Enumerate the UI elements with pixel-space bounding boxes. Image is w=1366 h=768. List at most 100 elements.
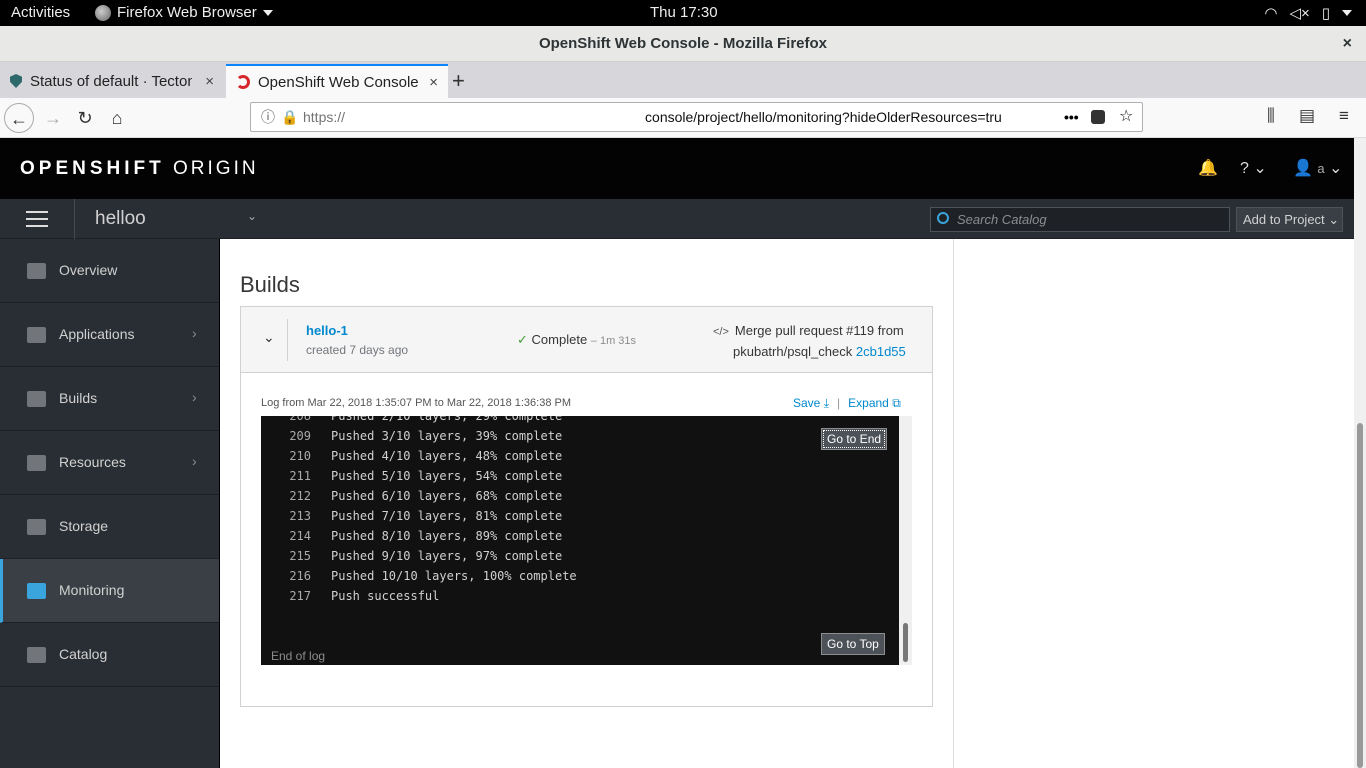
- url-bar[interactable]: ⓘ 🔒 https://console/project/hello/monito…: [250, 102, 1143, 132]
- back-arrow-icon[interactable]: ←: [4, 103, 34, 133]
- log-line-number: 217: [289, 589, 311, 603]
- home-icon[interactable]: ⌂: [102, 103, 132, 133]
- help-icon[interactable]: ? ⌄: [1240, 158, 1267, 178]
- log-viewer[interactable]: 208 Pushed 2/10 layers, 29% complete 209 Pu…: [261, 416, 912, 665]
- pocket-icon[interactable]: [1091, 110, 1105, 124]
- scrollbar-thumb[interactable]: [903, 623, 908, 662]
- browser-navbar: ← → ↻ ⌂ ⓘ 🔒 https://console/project/hell…: [0, 98, 1366, 138]
- project-selector[interactable]: helloo: [95, 208, 146, 230]
- search-catalog-input[interactable]: Search Catalog: [930, 207, 1230, 232]
- log-line-text: Pushed 6/10 layers, 68% complete: [331, 489, 563, 503]
- wifi-icon: ◠: [1264, 5, 1278, 22]
- save-log-link[interactable]: Save ⤓: [793, 396, 829, 410]
- monitor-icon: [27, 583, 46, 599]
- log-line-number: 216: [289, 569, 311, 583]
- log-line-text: Pushed 5/10 layers, 54% complete: [331, 469, 563, 483]
- nav-toggle-hamburger-icon[interactable]: [26, 211, 48, 227]
- log-line-number: 212: [289, 489, 311, 503]
- left-nav: Overview Applications › Builds › Resourc…: [0, 239, 220, 768]
- nav-item-builds[interactable]: Builds ›: [0, 367, 219, 431]
- tab-favicon-shield-icon: [10, 74, 22, 88]
- page-actions-icon[interactable]: •••: [1064, 103, 1079, 131]
- main-content: Builds ⌄ hello-1 created 7 days ago ✓ Co…: [220, 239, 1354, 768]
- window-titlebar: OpenShift Web Console - Mozilla Firefox …: [0, 26, 1366, 62]
- caret-down-icon: [1342, 10, 1352, 16]
- scrollbar-thumb[interactable]: [1357, 423, 1363, 768]
- chevron-down-icon[interactable]: ⌄: [263, 329, 275, 346]
- system-tray[interactable]: ◠ ◁× ▯: [1264, 4, 1352, 22]
- page-scrollbar[interactable]: [1354, 138, 1366, 768]
- app-menu[interactable]: Firefox Web Browser: [95, 4, 273, 21]
- cubes-icon: [27, 327, 46, 343]
- chevron-right-icon: ›: [192, 389, 197, 405]
- commit-hash-link[interactable]: 2cb1d55: [856, 344, 906, 359]
- menu-hamburger-icon[interactable]: ≡: [1339, 106, 1349, 126]
- log-line-text: Push successful: [331, 589, 440, 603]
- chevron-right-icon: ›: [192, 453, 197, 469]
- forward-arrow-icon[interactable]: →: [38, 103, 68, 133]
- library-icon[interactable]: ⫼: [1267, 106, 1275, 126]
- log-actions: Save ⤓ | Expand ⧉: [793, 396, 901, 410]
- log-line-number: 214: [289, 529, 311, 543]
- tab-strip: Status of default · Tecton × OpenShift W…: [0, 62, 1366, 98]
- log-line: 214 Pushed 8/10 layers, 89% complete: [261, 526, 577, 546]
- tab-close-icon[interactable]: ×: [205, 73, 214, 90]
- go-to-end-button[interactable]: Go to End: [821, 428, 888, 450]
- reload-icon[interactable]: ↻: [70, 103, 100, 133]
- log-line-number: 209: [289, 429, 311, 443]
- nav-item-catalog[interactable]: Catalog: [0, 623, 219, 687]
- sidebar-toggle-icon[interactable]: ▤: [1299, 106, 1315, 126]
- tab-openshift-console[interactable]: OpenShift Web Console ×: [226, 64, 448, 98]
- tab-tecton-status[interactable]: Status of default · Tecton ×: [0, 64, 224, 98]
- go-to-top-button[interactable]: Go to Top: [821, 633, 885, 655]
- log-line-number: 215: [289, 549, 311, 563]
- build-name-link[interactable]: hello-1: [306, 323, 348, 338]
- search-icon: [937, 212, 949, 224]
- log-line-text: Pushed 10/10 layers, 100% complete: [331, 569, 577, 583]
- tab-close-icon[interactable]: ×: [429, 74, 438, 91]
- code-icon: </>: [713, 326, 729, 338]
- site-info-icon[interactable]: ⓘ: [261, 103, 275, 131]
- log-line-number: 213: [289, 509, 311, 523]
- build-panel-header[interactable]: ⌄ hello-1 created 7 days ago ✓ Complete …: [241, 307, 932, 373]
- build-status: ✓ Complete – 1m 31s: [517, 332, 637, 347]
- nav-item-overview[interactable]: Overview: [0, 239, 219, 303]
- openshift-masthead: OPENSHIFT ORIGIN 🔔 ? ⌄ 👤 a ⌄: [0, 138, 1354, 199]
- app-menu-label: Firefox Web Browser: [117, 4, 257, 21]
- user-menu[interactable]: 👤 a ⌄: [1293, 158, 1342, 178]
- nav-item-applications[interactable]: Applications ›: [0, 303, 219, 367]
- log-line: 217 Push successful: [261, 586, 577, 606]
- divider: [953, 239, 954, 768]
- activities-button[interactable]: Activities: [11, 4, 70, 21]
- tab-favicon-openshift-icon: [236, 75, 250, 89]
- log-range: Log from Mar 22, 2018 1:35:07 PM to Mar …: [261, 397, 572, 409]
- bookmark-star-icon[interactable]: ☆: [1119, 103, 1133, 131]
- nav-item-resources[interactable]: Resources ›: [0, 431, 219, 495]
- expand-log-link[interactable]: Expand ⧉: [848, 396, 901, 410]
- log-line-number: 210: [289, 449, 311, 463]
- user-icon: 👤: [1293, 160, 1313, 177]
- divider: [74, 199, 75, 239]
- notifications-bell-icon[interactable]: 🔔: [1198, 158, 1218, 178]
- clock[interactable]: Thu 17:30: [650, 4, 718, 21]
- url-text[interactable]: https://console/project/hello/monitoring…: [303, 103, 1028, 131]
- build-commit: </> Merge pull request #119 from pkubatrh…: [713, 323, 906, 359]
- nav-item-storage[interactable]: Storage: [0, 495, 219, 559]
- download-icon: ⤓: [823, 396, 830, 410]
- system-top-bar: Activities Firefox Web Browser Thu 17:30…: [0, 0, 1366, 26]
- log-line: 213 Pushed 7/10 layers, 81% complete: [261, 506, 577, 526]
- window-close-button[interactable]: ×: [1343, 26, 1352, 62]
- chevron-down-icon[interactable]: ⌄: [247, 209, 257, 223]
- openshift-logo[interactable]: OPENSHIFT ORIGIN: [20, 158, 259, 180]
- log-line: 208 Pushed 2/10 layers, 29% complete: [261, 416, 577, 426]
- log-line: 210 Pushed 4/10 layers, 48% complete: [261, 446, 577, 466]
- log-scrollbar[interactable]: [899, 416, 912, 665]
- new-tab-button[interactable]: +: [452, 68, 465, 94]
- battery-icon: ▯: [1321, 5, 1330, 22]
- add-to-project-dropdown[interactable]: Add to Project ⌄: [1236, 207, 1343, 232]
- files-icon: [27, 455, 46, 471]
- nav-item-monitoring[interactable]: Monitoring: [0, 559, 219, 623]
- check-icon: ✓: [517, 332, 528, 347]
- log-line-text: Pushed 8/10 layers, 89% complete: [331, 529, 563, 543]
- log-line: 215 Pushed 9/10 layers, 97% complete: [261, 546, 577, 566]
